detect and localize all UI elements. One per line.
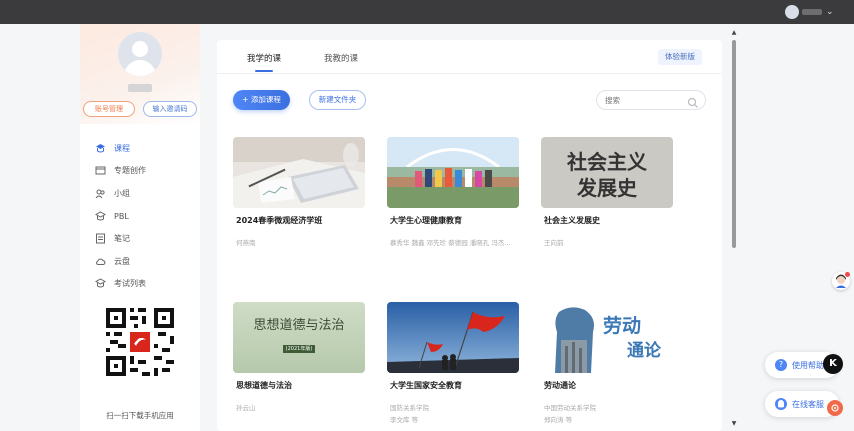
sidebar-item-label: 笔记 — [114, 234, 130, 244]
sidebar-item-label: 课程 — [114, 143, 130, 153]
course-cover[interactable]: 社会主义 发展史 — [541, 137, 673, 208]
cover-title-line: 思想道德与法治 — [253, 318, 345, 333]
course-cover[interactable]: 劳动 通论 — [541, 302, 673, 373]
course-title[interactable]: 社会主义发展史 — [544, 215, 600, 226]
course-title[interactable]: 思想道德与法治 — [236, 380, 292, 391]
course-title[interactable]: 劳动通论 — [544, 380, 576, 391]
course-teacher: 李文库 等 — [390, 416, 419, 424]
customer-service-icon — [775, 398, 787, 410]
search-icon[interactable] — [687, 94, 699, 108]
course-panel: 我学的课 我教的课 体验新版 + 添加课程 新建文件夹 搜索 2024春季微观经… — [217, 40, 722, 431]
main-scrollbar[interactable]: ▲ ▼ — [730, 30, 738, 428]
sidebar: 账号管理 输入邀请码 课程 专题创作 小组 PBL 笔记 云盘 考试列表 扫一扫… — [80, 24, 200, 431]
course-organization: 国防关系学院 — [390, 404, 429, 412]
search-box — [596, 90, 706, 110]
qr-caption: 扫一扫下载手机应用 — [106, 411, 174, 420]
course-cover[interactable]: 思想道德与法治 (2021年版) — [233, 302, 365, 373]
cover-title-line: 社会主义 — [567, 150, 647, 174]
active-tab-indicator — [255, 70, 273, 72]
scroll-down-arrow-icon[interactable]: ▼ — [730, 421, 738, 427]
sidebar-item-note[interactable]: 笔记 — [80, 227, 200, 250]
cover-title-line: 劳动 — [603, 315, 642, 337]
user-avatar[interactable] — [785, 5, 799, 19]
profile-name — [128, 84, 152, 92]
sidebar-item-label: 专题创作 — [114, 166, 146, 176]
scrollbar-thumb[interactable] — [732, 40, 736, 248]
new-folder-button[interactable]: 新建文件夹 — [309, 90, 366, 110]
course-teacher: 慕秀华 魏鑫 邓先珍 蔡德园 潘晓孔 冯杰... — [390, 239, 511, 247]
account-management-button[interactable]: 账号管理 — [83, 101, 135, 117]
course-cover[interactable] — [387, 137, 519, 208]
cover-edition-badge: (2021年版) — [283, 345, 315, 353]
sidebar-item-label: 考试列表 — [114, 279, 146, 289]
topic-icon — [95, 165, 106, 176]
sidebar-item-label: 云盘 — [114, 256, 130, 266]
group-icon — [95, 188, 106, 199]
sidebar-item-course[interactable]: 课程 — [80, 137, 200, 160]
profile-avatar[interactable] — [118, 32, 162, 76]
service-badge-icon[interactable] — [827, 400, 843, 416]
course-cover[interactable] — [233, 137, 365, 208]
course-card[interactable]: 社会主义 发展史 社会主义发展史 王向前 — [541, 137, 673, 257]
course-cover[interactable] — [387, 302, 519, 373]
course-icon — [95, 143, 106, 154]
course-card[interactable]: 大学生国家安全教育 国防关系学院 李文库 等 — [387, 302, 519, 427]
exam-icon — [95, 278, 106, 289]
sidebar-item-group[interactable]: 小组 — [80, 182, 200, 205]
sidebar-item-exam[interactable]: 考试列表 — [80, 273, 200, 296]
course-card[interactable]: 思想道德与法治 (2021年版) 思想道德与法治 孙云山 — [233, 302, 365, 427]
course-teacher: 孙云山 — [236, 404, 256, 412]
course-tabs: 我学的课 我教的课 体验新版 — [217, 40, 722, 74]
cover-title-line: 发展史 — [577, 176, 637, 200]
top-bar: ⌄ — [0, 0, 854, 24]
course-teacher: 郑向涛 等 — [544, 416, 573, 424]
course-title[interactable]: 2024春季微观经济学班 — [236, 215, 322, 226]
cover-title-line: 通论 — [627, 341, 661, 361]
sidebar-item-cloud[interactable]: 云盘 — [80, 250, 200, 273]
pbl-icon — [95, 211, 106, 222]
k-app-icon[interactable]: K — [823, 354, 843, 374]
invite-code-button[interactable]: 输入邀请码 — [143, 101, 197, 117]
sidebar-item-topic[interactable]: 专题创作 — [80, 160, 200, 183]
user-name[interactable] — [802, 9, 822, 15]
course-teacher: 王向前 — [544, 239, 564, 247]
scroll-up-arrow-icon[interactable]: ▲ — [730, 30, 738, 36]
search-input[interactable] — [605, 94, 685, 106]
app-download-qr-code — [106, 308, 174, 376]
course-card[interactable]: 大学生心理健康教育 慕秀华 魏鑫 邓先珍 蔡德园 潘晓孔 冯杰... — [387, 137, 519, 257]
note-icon — [95, 233, 106, 244]
course-organization: 中国劳动关系学院 — [544, 404, 596, 412]
plus-icon: + — [242, 95, 251, 104]
tab-my-learning[interactable]: 我学的课 — [247, 52, 281, 64]
sidebar-item-label: PBL — [114, 211, 129, 221]
assistant-avatar-icon[interactable] — [832, 272, 850, 290]
cloud-icon — [95, 256, 106, 267]
course-teacher: 何燕南 — [236, 239, 256, 247]
sidebar-item-label: 小组 — [114, 188, 130, 198]
course-card[interactable]: 2024春季微观经济学班 何燕南 — [233, 137, 365, 257]
try-new-version-button[interactable]: 体验新版 — [658, 49, 702, 65]
sidebar-nav: 课程 专题创作 小组 PBL 笔记 云盘 考试列表 — [80, 137, 200, 295]
course-title[interactable]: 大学生国家安全教育 — [390, 380, 462, 391]
add-course-button[interactable]: + 添加课程 — [233, 90, 290, 110]
notification-dot — [845, 272, 850, 277]
sidebar-item-pbl[interactable]: PBL — [80, 205, 200, 228]
course-card[interactable]: 劳动 通论 劳动通论 中国劳动关系学院 郑向涛 等 — [541, 302, 673, 427]
question-icon: ? — [775, 359, 787, 371]
tab-my-teaching[interactable]: 我教的课 — [324, 52, 358, 64]
course-title[interactable]: 大学生心理健康教育 — [390, 215, 462, 226]
chevron-down-icon[interactable]: ⌄ — [826, 5, 834, 19]
